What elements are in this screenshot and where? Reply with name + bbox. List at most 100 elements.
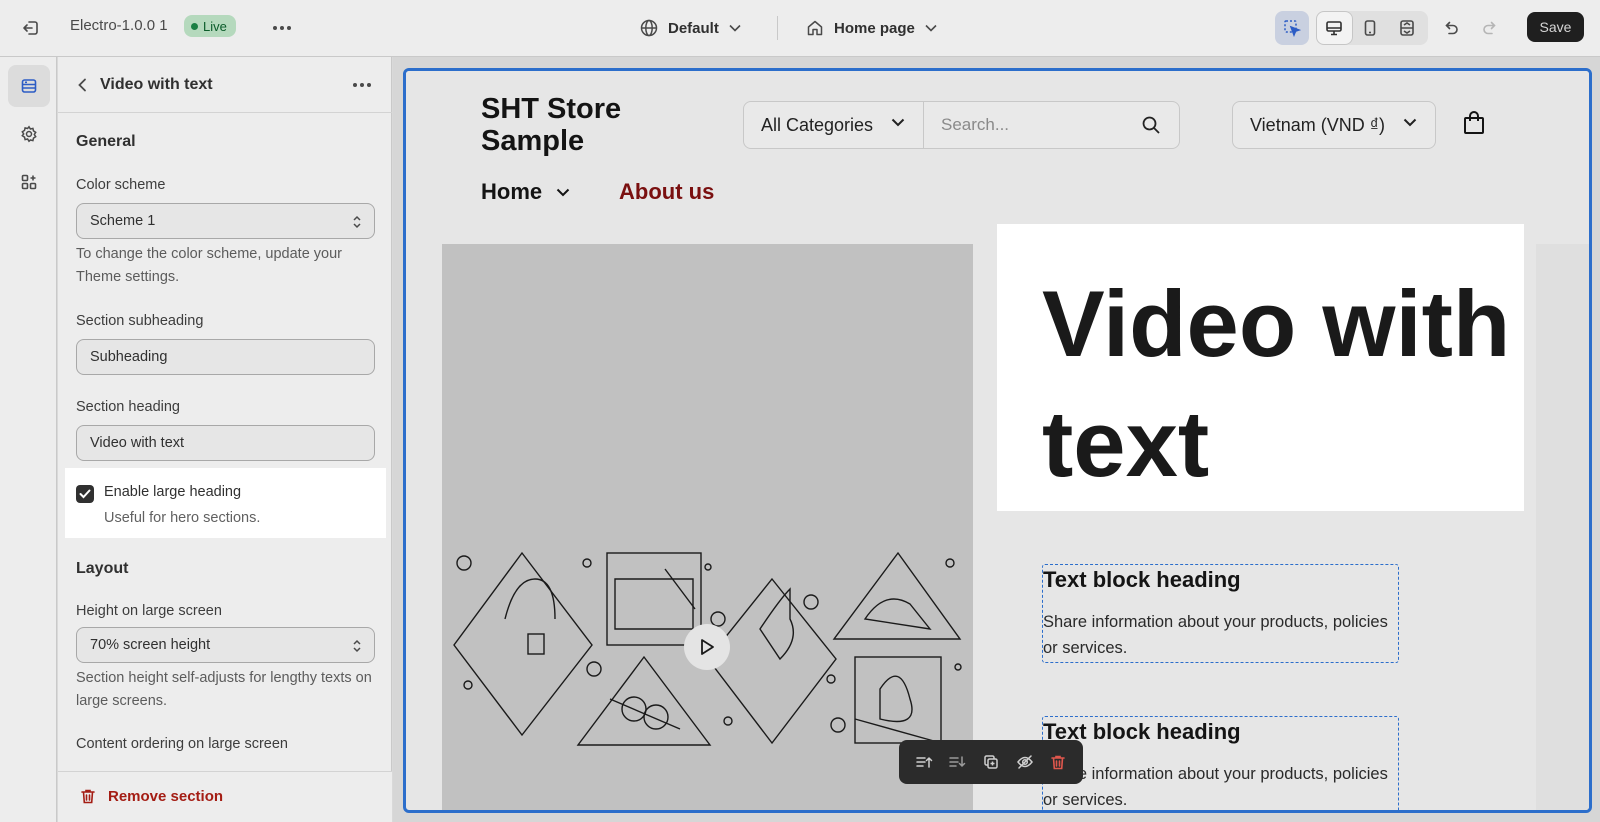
trash-icon [1051, 755, 1065, 769]
desktop-icon [1325, 19, 1343, 42]
preview-edge [1536, 244, 1589, 810]
duplicate-icon [984, 755, 998, 769]
chevron-down-icon [891, 118, 905, 127]
move-down-button[interactable] [945, 750, 969, 774]
category-select-value: All Categories [761, 114, 874, 135]
back-button[interactable] [72, 75, 92, 95]
panel-header: Video with text [58, 57, 392, 113]
large-heading-help: Useful for hero sections. [104, 510, 261, 526]
preview-area: SHT Store Sample All Categories Search..… [393, 57, 1600, 822]
exit-button[interactable] [18, 15, 44, 41]
currency-select[interactable]: Vietnam (VND ₫) [1232, 101, 1436, 149]
move-up-button[interactable] [912, 750, 936, 774]
heading-label: Section heading [76, 399, 180, 415]
move-up-icon [916, 756, 933, 768]
template-select[interactable]: Default [640, 14, 741, 42]
panel-footer: Remove section [58, 771, 392, 822]
chevron-down-icon [925, 24, 937, 32]
template-label: Default [668, 19, 719, 37]
remove-section-button[interactable]: Remove section [80, 788, 223, 805]
general-heading: General [76, 133, 136, 150]
search-icon[interactable] [1141, 115, 1161, 135]
section-settings-panel: Video with text General Color scheme Sch… [58, 57, 392, 822]
video-placeholder[interactable] [442, 244, 973, 810]
page-select[interactable]: Home page [806, 14, 937, 42]
exit-icon [23, 21, 38, 35]
settings-icon [21, 125, 37, 143]
height-help: Section height self-adjusts for lengthy … [76, 670, 372, 709]
block-toolbar [899, 740, 1083, 784]
save-button[interactable]: Save [1527, 12, 1584, 42]
color-scheme-help: To change the color scheme, update your … [76, 246, 342, 285]
device-switcher [1316, 11, 1428, 45]
toolbar-divider [777, 16, 778, 40]
play-button[interactable] [684, 624, 730, 670]
live-label: Live [203, 18, 227, 34]
large-heading-checkbox[interactable] [76, 485, 94, 503]
storefront-preview[interactable]: SHT Store Sample All Categories Search..… [403, 68, 1592, 813]
delete-block-button[interactable] [1046, 750, 1070, 774]
theme-more-button[interactable] [268, 14, 296, 42]
nav-about[interactable]: About us [619, 179, 714, 205]
apps-tab[interactable] [8, 161, 50, 203]
text-block[interactable]: Text block heading Share information abo… [1042, 564, 1399, 663]
apps-icon [21, 174, 37, 190]
updown-icon [353, 215, 361, 229]
store-logo[interactable]: SHT Store Sample [481, 93, 681, 157]
trash-icon [81, 789, 95, 804]
section-more-button[interactable] [348, 71, 376, 99]
height-value: 70% screen height [90, 637, 211, 653]
more-icon [273, 26, 291, 30]
large-heading-highlight [65, 468, 386, 538]
bag-icon[interactable] [1462, 111, 1486, 135]
layout-heading: Layout [76, 560, 129, 577]
redo-icon [1483, 21, 1496, 35]
undo-button[interactable] [1434, 11, 1468, 45]
store-search-input[interactable]: Search... [941, 115, 1009, 135]
nav-home-label: Home [481, 179, 543, 204]
chevron-down-icon [556, 188, 570, 196]
theme-settings-tab[interactable] [8, 113, 50, 155]
ordering-label: Content ordering on large screen [76, 736, 288, 752]
subheading-input[interactable]: Subheading [76, 339, 375, 375]
updown-icon [353, 639, 361, 653]
heading-input[interactable]: Video with text [76, 425, 375, 461]
color-scheme-select[interactable]: Scheme 1 [76, 203, 375, 239]
fullwidth-icon [1400, 20, 1414, 36]
category-select[interactable]: All Categories [744, 102, 924, 148]
text-block-heading: Text block heading [1043, 567, 1241, 592]
play-icon [701, 639, 714, 655]
section-heading-highlight[interactable]: Video with text [997, 224, 1524, 511]
home-icon [807, 20, 823, 36]
sections-tab[interactable] [8, 65, 50, 107]
more-icon [353, 83, 371, 87]
page-label: Home page [834, 19, 915, 37]
sections-icon [21, 79, 37, 93]
text-block[interactable]: Text block heading Share information abo… [1042, 716, 1399, 810]
large-heading-label: Enable large heading [104, 484, 242, 500]
nav-home[interactable]: Home [481, 179, 570, 205]
color-scheme-label: Color scheme [76, 177, 166, 193]
redo-button[interactable] [1473, 11, 1507, 45]
live-dot-icon [191, 22, 198, 30]
check-icon [79, 489, 91, 499]
editor-topbar: Electro-1.0.0 1 Live Default Home page S… [0, 0, 1600, 57]
globe-icon [640, 19, 658, 37]
panel-title: Video with text [100, 76, 213, 93]
inspector-button[interactable] [1275, 11, 1309, 45]
fullwidth-view-button[interactable] [1398, 19, 1416, 42]
mobile-view-button[interactable] [1361, 19, 1379, 42]
chevron-down-icon [1403, 118, 1417, 127]
live-badge: Live [184, 15, 236, 37]
height-label: Height on large screen [76, 603, 222, 619]
hide-icon [1016, 755, 1033, 769]
currency-value: Vietnam (VND ₫) [1250, 114, 1385, 135]
height-select[interactable]: 70% screen height [76, 627, 375, 663]
hide-button[interactable] [1013, 750, 1037, 774]
move-down-icon [949, 756, 966, 768]
text-block-body: Share information about your products, p… [1043, 613, 1388, 657]
duplicate-button[interactable] [979, 750, 1003, 774]
color-scheme-value: Scheme 1 [90, 213, 156, 229]
inspector-icon [1284, 20, 1301, 37]
store-search: All Categories Search... [743, 101, 1180, 149]
